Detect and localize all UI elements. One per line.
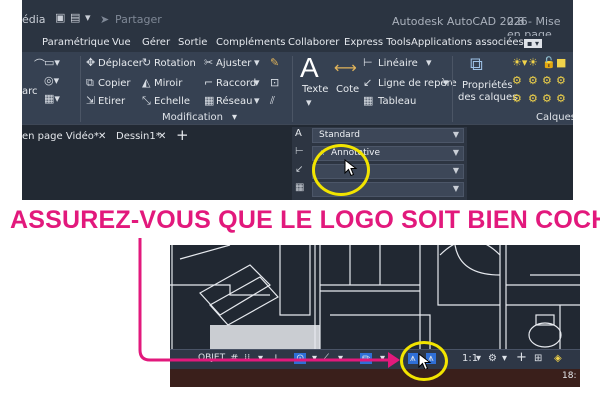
pointer-arrow xyxy=(138,238,400,368)
